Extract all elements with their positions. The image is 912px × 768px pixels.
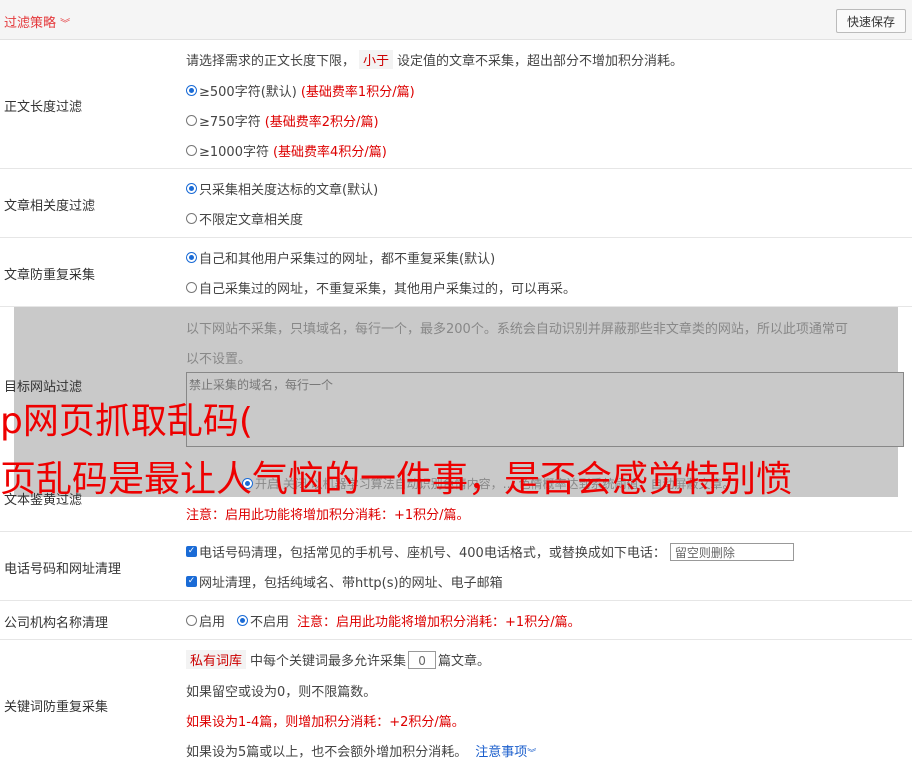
dedupe-option-self-text: 自己采集过的网址，不重复采集，其他用户采集过的，可以再采。 bbox=[199, 282, 577, 297]
dedupe-option-self[interactable]: 自己采集过的网址，不重复采集，其他用户采集过的，可以再采。 bbox=[186, 278, 576, 297]
dedupe-label: 文章防重复采集 bbox=[4, 268, 96, 283]
relevance-option-any-text: 不限定文章相关度 bbox=[199, 213, 304, 228]
length-option-750-text: ≥750字符 bbox=[199, 115, 261, 130]
overlay-headline-2: 页乱码是最让人气恼的一件事，是否会感觉特别愤 bbox=[0, 459, 793, 500]
relevance-filter-label: 文章相关度过滤 bbox=[4, 199, 96, 214]
length-option-750[interactable]: ≥750字符 (基础费率2积分/篇) bbox=[186, 111, 379, 130]
overlay-headline-1: p网页抓取乱码( bbox=[0, 401, 253, 442]
phone-cleanup-option[interactable]: ✓ 电话号码清理，包括常见的手机号、座机号、400电话格式，或替换成如下电话： … bbox=[186, 542, 794, 561]
length-filter-desc: 请选择需求的正文长度下限， 小于 设定值的文章不采集，超出部分不增加积分消耗。 bbox=[186, 50, 683, 69]
keyword-dedupe-line1: 私有词库 中每个关键词最多允许采集 0 篇文章。 bbox=[186, 650, 490, 669]
radio-icon[interactable] bbox=[186, 145, 197, 156]
keyword-dedupe-line4-text: 如果设为5篇或以上，也不会额外增加积分消耗。 bbox=[186, 745, 468, 760]
keyword-dedupe-pre: 中每个关键词最多允许采集 bbox=[250, 654, 407, 669]
company-cleanup-off[interactable]: 不启用 bbox=[250, 611, 289, 630]
checkbox-checked-icon[interactable]: ✓ bbox=[186, 576, 197, 587]
chevron-down-icon: ︾ bbox=[60, 19, 71, 30]
company-cleanup-row: 公司机构名称清理 启用 不启用 注意：启用此功能将增加积分消耗：+1积分/篇。 bbox=[0, 601, 912, 640]
radio-icon[interactable] bbox=[186, 115, 197, 126]
length-desc-post: 设定值的文章不采集，超出部分不增加积分消耗。 bbox=[397, 54, 684, 69]
radio-selected-icon[interactable] bbox=[186, 85, 197, 96]
url-cleanup-text: 网址清理，包括纯域名、带http(s)的网址、电子邮箱 bbox=[199, 576, 503, 591]
checkbox-checked-icon[interactable]: ✓ bbox=[186, 546, 197, 557]
keyword-dedupe-label: 关键词防重复采集 bbox=[4, 700, 109, 715]
dedupe-option-all-text: 自己和其他用户采集过的网址，都不重复采集(默认) bbox=[199, 252, 496, 267]
filter-strategy-title[interactable]: 过滤策略 ︾ bbox=[4, 12, 70, 31]
phone-cleanup-row: 电话号码和网址清理 ✓ 电话号码清理，包括常见的手机号、座机号、400电话格式，… bbox=[0, 532, 912, 601]
length-filter-row: 正文长度过滤 请选择需求的正文长度下限， 小于 设定值的文章不采集，超出部分不增… bbox=[0, 40, 912, 169]
company-cleanup-note: 注意：启用此功能将增加积分消耗：+1积分/篇。 bbox=[297, 615, 581, 630]
radio-icon[interactable] bbox=[186, 282, 197, 293]
blocked-domains-textarea[interactable]: 禁止采集的域名，每行一个 bbox=[186, 372, 904, 447]
relevance-option-strict-text: 只采集相关度达标的文章(默认) bbox=[199, 183, 379, 198]
keyword-dedupe-post: 篇文章。 bbox=[438, 654, 491, 669]
filter-strategy-header: 过滤策略 ︾ 快速保存 bbox=[0, 0, 912, 40]
length-option-750-note: (基础费率2积分/篇) bbox=[264, 115, 379, 130]
radio-selected-icon[interactable] bbox=[186, 252, 197, 263]
company-cleanup-label: 公司机构名称清理 bbox=[4, 616, 109, 631]
porn-filter-note: 注意：启用此功能将增加积分消耗：+1积分/篇。 bbox=[186, 508, 470, 523]
quick-save-button[interactable]: 快速保存 bbox=[836, 9, 906, 33]
company-cleanup-options: 启用 不启用 注意：启用此功能将增加积分消耗：+1积分/篇。 bbox=[186, 611, 581, 630]
dedupe-option-all[interactable]: 自己和其他用户采集过的网址，都不重复采集(默认) bbox=[186, 248, 495, 267]
radio-icon[interactable] bbox=[186, 615, 197, 626]
target-site-desc-1: 以下网站不采集，只填域名，每行一个，最多200个。系统会自动识别并屏蔽那些非文章… bbox=[186, 322, 848, 337]
phone-cleanup-text: 电话号码清理，包括常见的手机号、座机号、400电话格式，或替换成如下电话： bbox=[199, 546, 666, 561]
length-filter-label: 正文长度过滤 bbox=[4, 100, 83, 115]
radio-icon[interactable] bbox=[186, 213, 197, 224]
length-option-500-text: ≥500字符(默认) bbox=[199, 85, 297, 100]
relevance-option-any[interactable]: 不限定文章相关度 bbox=[186, 209, 303, 228]
notes-link[interactable]: 注意事项︾ bbox=[475, 741, 536, 760]
length-option-500[interactable]: ≥500字符(默认) (基础费率1积分/篇) bbox=[186, 81, 415, 100]
keyword-dedupe-line3: 如果设为1-4篇，则增加积分消耗：+2积分/篇。 bbox=[186, 715, 465, 730]
filter-strategy-label: 过滤策略 bbox=[4, 16, 57, 31]
keyword-dedupe-row: 关键词防重复采集 私有词库 中每个关键词最多允许采集 0 篇文章。 如果留空或设… bbox=[0, 640, 912, 768]
keyword-dedupe-line2: 如果留空或设为0，则不限篇数。 bbox=[186, 685, 377, 700]
replacement-phone-input[interactable]: 留空则删除 bbox=[669, 542, 794, 561]
relevance-filter-row: 文章相关度过滤 只采集相关度达标的文章(默认) 不限定文章相关度 bbox=[0, 169, 912, 238]
length-option-1000-note: (基础费率4积分/篇) bbox=[272, 145, 387, 160]
length-option-1000-text: ≥1000字符 bbox=[199, 145, 269, 160]
phone-cleanup-label: 电话号码和网址清理 bbox=[4, 562, 122, 577]
radio-selected-icon[interactable] bbox=[237, 615, 249, 626]
max-articles-input[interactable]: 0 bbox=[408, 650, 437, 669]
target-site-desc-2: 以不设置。 bbox=[186, 352, 252, 367]
radio-selected-icon[interactable] bbox=[186, 183, 197, 194]
dedupe-row: 文章防重复采集 自己和其他用户采集过的网址，都不重复采集(默认) 自己采集过的网… bbox=[0, 238, 912, 307]
chevron-down-icon: ︾ bbox=[527, 749, 537, 759]
url-cleanup-option[interactable]: ✓ 网址清理，包括纯域名、带http(s)的网址、电子邮箱 bbox=[186, 572, 503, 591]
relevance-option-strict[interactable]: 只采集相关度达标的文章(默认) bbox=[186, 179, 378, 198]
length-option-1000[interactable]: ≥1000字符 (基础费率4积分/篇) bbox=[186, 141, 387, 160]
length-desc-pre: 请选择需求的正文长度下限， bbox=[186, 54, 356, 69]
length-option-500-note: (基础费率1积分/篇) bbox=[300, 85, 415, 100]
notes-link-text: 注意事项 bbox=[475, 745, 528, 760]
keyword-dedupe-line4: 如果设为5篇或以上，也不会额外增加积分消耗。 注意事项︾ bbox=[186, 741, 536, 760]
company-cleanup-on[interactable]: 启用 bbox=[199, 611, 225, 630]
private-lexicon-tag[interactable]: 私有词库 bbox=[186, 650, 247, 669]
length-desc-tag: 小于 bbox=[359, 50, 394, 69]
